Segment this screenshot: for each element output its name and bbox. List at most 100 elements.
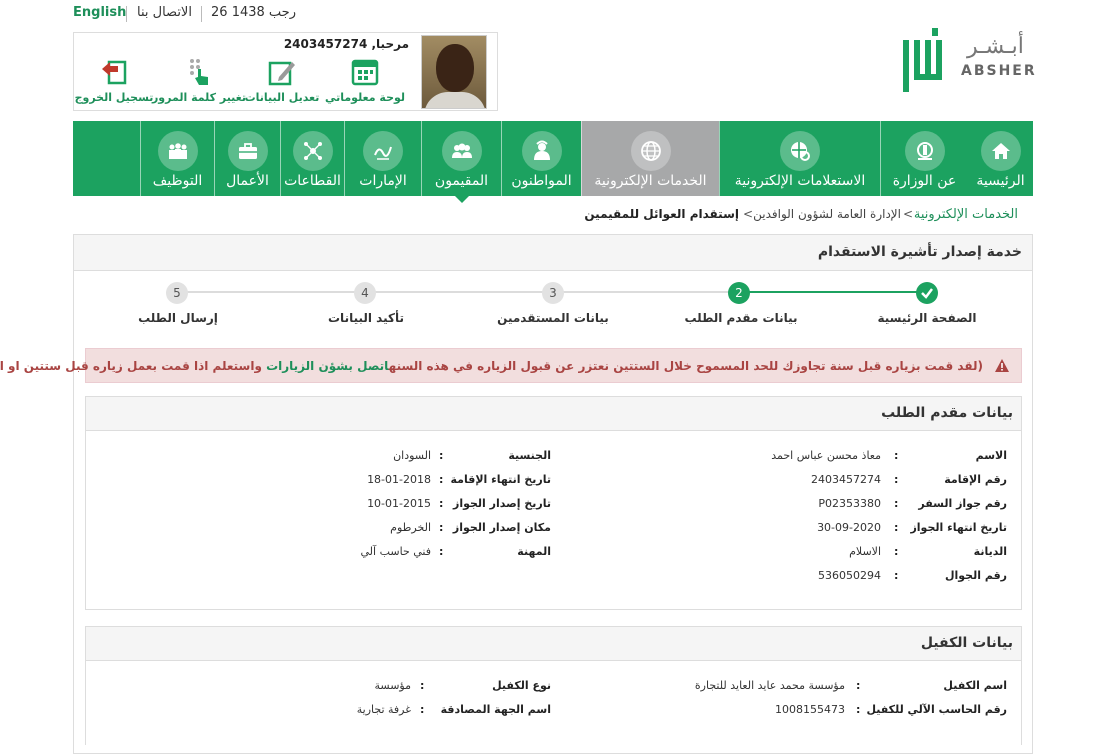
- field-label: رقم الجوال: [944, 569, 1007, 582]
- sponsor-section-title: بيانات الكفيل: [920, 635, 1013, 651]
- main-nav: الرئيسية عن الوزارة الاستعلامات الإلكترو…: [73, 121, 1033, 203]
- field-colon: :: [856, 703, 861, 716]
- field-value: 10-01-2015: [367, 497, 431, 510]
- field-colon: :: [856, 679, 861, 692]
- field-value: الاسلام: [849, 545, 881, 558]
- group-icon: [451, 143, 472, 158]
- nav-employment[interactable]: التوظيف: [140, 121, 214, 196]
- field-colon: :: [894, 449, 899, 462]
- nav-residents[interactable]: المقيمون: [421, 121, 501, 203]
- edit-icon: [268, 61, 295, 86]
- field-label: الديانة: [973, 545, 1007, 558]
- edit-data-button[interactable]: تعديل البيانات: [245, 57, 319, 104]
- field-value: غرفة تجارية: [356, 703, 411, 716]
- breadcrumb-sep: <: [903, 207, 914, 221]
- nav-eservices[interactable]: الخدمات الإلكترونية: [581, 121, 719, 196]
- step-1-check-icon: [916, 282, 938, 304]
- active-pointer: [454, 196, 469, 203]
- nav-citizens[interactable]: المواطنون: [501, 121, 581, 196]
- field-label: مكان إصدار الجواز: [452, 521, 551, 534]
- progress-track: [177, 291, 737, 293]
- step-2-label: بيانات مقدم الطلب: [684, 311, 798, 325]
- alert-visits-link[interactable]: اتصل بشؤن الزيارات: [266, 359, 389, 373]
- home-icon: [991, 143, 1010, 159]
- field-label: المهنة: [517, 545, 551, 558]
- step-3-dot: 3: [542, 282, 564, 304]
- applicant-section: بيانات مقدم الطلب الاسم : معاذ محسن عباس…: [85, 396, 1022, 610]
- nav-inquiries-label: الاستعلامات الإلكترونية: [734, 173, 866, 189]
- field-value: الخرطوم: [390, 521, 431, 534]
- field-label: رقم الإقامة: [944, 473, 1007, 486]
- nav-business-label: الأعمال: [226, 173, 269, 189]
- field-colon: :: [420, 679, 425, 692]
- english-link[interactable]: English: [73, 5, 126, 20]
- nav-home[interactable]: الرئيسية: [968, 121, 1033, 196]
- nav-emirates-label: الإمارات: [359, 173, 407, 189]
- step-4-label: تأكيد البيانات: [328, 311, 404, 325]
- field-value: 536050294: [818, 569, 881, 582]
- field-value: معاذ محسن عباس احمد: [771, 449, 881, 462]
- nav-ministry-label: عن الوزارة: [892, 173, 957, 189]
- field-value: 30-09-2020: [817, 521, 881, 534]
- nav-citizens-label: المواطنون: [511, 173, 572, 189]
- nav-business[interactable]: الأعمال: [214, 121, 280, 196]
- field-value: P02353380: [818, 497, 881, 510]
- change-password-button[interactable]: تغيير كلمة المرور: [152, 57, 246, 104]
- emblem-icon: [916, 142, 933, 160]
- breadcrumb-current: إستقدام العوائل للمقيمين: [584, 207, 739, 221]
- breadcrumb-eservices[interactable]: الخدمات الإلكترونية: [914, 207, 1018, 222]
- page-title: خدمة إصدار تأشيرة الاستقدام: [817, 244, 1022, 260]
- field-label: تاريخ انتهاء الإقامة: [450, 473, 552, 486]
- field-colon: :: [894, 545, 899, 558]
- divider: [126, 6, 127, 22]
- field-value: 2403457274: [811, 473, 881, 486]
- user-card: مرحبا, 2403457274 لوحة معلوماتي تعديل ال…: [73, 32, 498, 111]
- nav-eservices-label: الخدمات الإلكترونية: [594, 173, 707, 189]
- field-label: نوع الكفيل: [492, 679, 551, 692]
- divider: [201, 6, 202, 22]
- logout-icon: [102, 60, 127, 85]
- field-label: تاريخ إصدار الجواز: [453, 497, 551, 510]
- alert-text-part1: لقد قمت بزياره قبل سنة تجاوزك للحد المسم…: [388, 359, 978, 373]
- nav-sectors[interactable]: القطاعات: [280, 121, 344, 196]
- logout-label: تسجيل الخروج: [74, 91, 154, 104]
- field-colon: :: [439, 545, 444, 558]
- field-colon: :: [439, 521, 444, 534]
- field-label: اسم الكفيل: [943, 679, 1007, 692]
- nav-inquiries[interactable]: الاستعلامات الإلكترونية: [719, 121, 880, 196]
- citizen-icon: [533, 140, 550, 160]
- field-value: مؤسسة: [374, 679, 411, 692]
- breadcrumb-sep: <: [743, 207, 754, 221]
- field-colon: :: [894, 473, 899, 486]
- field-colon: :: [894, 569, 899, 582]
- field-value: مؤسسة محمد عايد العايد للتجارة: [694, 679, 845, 692]
- team-icon: [168, 143, 187, 159]
- field-label: الجنسية: [508, 449, 551, 462]
- progress-fill: [740, 291, 928, 293]
- dashboard-button[interactable]: لوحة معلوماتي: [325, 57, 405, 104]
- absher-logo-icon: [903, 28, 942, 92]
- logo-english: ABSHER: [961, 63, 1037, 79]
- field-colon: :: [894, 521, 899, 534]
- nav-sectors-label: القطاعات: [284, 173, 341, 189]
- nav-ministry[interactable]: عن الوزارة: [880, 121, 968, 196]
- step-1-label: الصفحة الرئيسية: [877, 311, 977, 325]
- field-colon: :: [439, 497, 444, 510]
- step-4-dot: 4: [354, 282, 376, 304]
- field-label: اسم الجهة المصادقة: [440, 703, 551, 716]
- field-value: السودان: [393, 449, 431, 462]
- nav-emirates[interactable]: الإمارات: [344, 121, 421, 196]
- field-colon: :: [439, 449, 444, 462]
- step-3-label: بيانات المستقدمين: [497, 311, 609, 325]
- avatar: [421, 35, 487, 109]
- globe-search-icon: [791, 142, 810, 161]
- welcome-text: مرحبا, 2403457274: [283, 37, 409, 51]
- logout-button[interactable]: تسجيل الخروج: [75, 57, 153, 104]
- step-2-dot: 2: [728, 282, 750, 304]
- nav-employment-label: التوظيف: [152, 173, 203, 189]
- field-value: 18-01-2018: [367, 473, 431, 486]
- breadcrumb-expat-affairs[interactable]: الإدارة العامة لشؤون الوافدين: [753, 207, 901, 221]
- change-password-label: تغيير كلمة المرور: [151, 91, 247, 104]
- step-5-dot: 5: [166, 282, 188, 304]
- contact-link[interactable]: الاتصال بنا: [137, 5, 192, 20]
